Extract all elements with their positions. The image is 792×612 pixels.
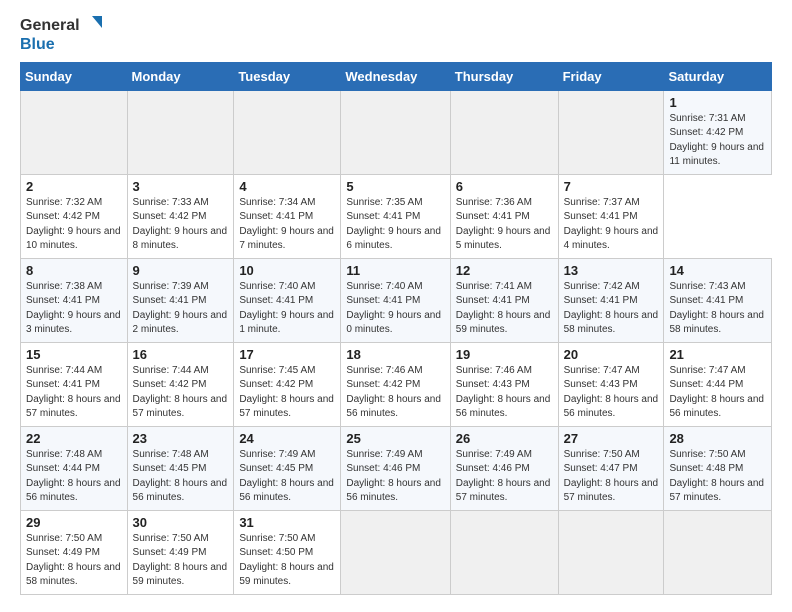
- calendar-cell: 24Sunrise: 7:49 AM Sunset: 4:45 PM Dayli…: [234, 426, 341, 510]
- logo-general-text: General: [20, 17, 80, 35]
- calendar-cell: 17Sunrise: 7:45 AM Sunset: 4:42 PM Dayli…: [234, 342, 341, 426]
- calendar-cell: [234, 90, 341, 174]
- header: General Blue: [20, 16, 772, 54]
- calendar-header-monday: Monday: [127, 62, 234, 90]
- logo: General Blue: [20, 16, 102, 54]
- calendar-cell: 2Sunrise: 7:32 AM Sunset: 4:42 PM Daylig…: [21, 174, 128, 258]
- calendar-header-tuesday: Tuesday: [234, 62, 341, 90]
- calendar-cell: 30Sunrise: 7:50 AM Sunset: 4:49 PM Dayli…: [127, 510, 234, 594]
- calendar-header-row: SundayMondayTuesdayWednesdayThursdayFrid…: [21, 62, 772, 90]
- calendar-cell: 28Sunrise: 7:50 AM Sunset: 4:48 PM Dayli…: [664, 426, 772, 510]
- calendar-cell: 11Sunrise: 7:40 AM Sunset: 4:41 PM Dayli…: [341, 258, 450, 342]
- logo-triangle-icon: [82, 16, 102, 36]
- calendar-cell: [21, 90, 128, 174]
- calendar-cell: 1Sunrise: 7:31 AM Sunset: 4:42 PM Daylig…: [664, 90, 772, 174]
- calendar-cell: 4Sunrise: 7:34 AM Sunset: 4:41 PM Daylig…: [234, 174, 341, 258]
- calendar-cell: 16Sunrise: 7:44 AM Sunset: 4:42 PM Dayli…: [127, 342, 234, 426]
- calendar-header-friday: Friday: [558, 62, 664, 90]
- calendar-cell: 6Sunrise: 7:36 AM Sunset: 4:41 PM Daylig…: [450, 174, 558, 258]
- calendar-cell: 18Sunrise: 7:46 AM Sunset: 4:42 PM Dayli…: [341, 342, 450, 426]
- calendar-cell: 5Sunrise: 7:35 AM Sunset: 4:41 PM Daylig…: [341, 174, 450, 258]
- calendar-cell: [341, 510, 450, 594]
- calendar-cell: 10Sunrise: 7:40 AM Sunset: 4:41 PM Dayli…: [234, 258, 341, 342]
- calendar-cell: 12Sunrise: 7:41 AM Sunset: 4:41 PM Dayli…: [450, 258, 558, 342]
- calendar-week-3: 8Sunrise: 7:38 AM Sunset: 4:41 PM Daylig…: [21, 258, 772, 342]
- calendar-cell: 22Sunrise: 7:48 AM Sunset: 4:44 PM Dayli…: [21, 426, 128, 510]
- calendar-cell: 23Sunrise: 7:48 AM Sunset: 4:45 PM Dayli…: [127, 426, 234, 510]
- calendar-cell: 20Sunrise: 7:47 AM Sunset: 4:43 PM Dayli…: [558, 342, 664, 426]
- calendar-week-1: 1Sunrise: 7:31 AM Sunset: 4:42 PM Daylig…: [21, 90, 772, 174]
- calendar-header-saturday: Saturday: [664, 62, 772, 90]
- calendar-cell: 31Sunrise: 7:50 AM Sunset: 4:50 PM Dayli…: [234, 510, 341, 594]
- calendar-header-wednesday: Wednesday: [341, 62, 450, 90]
- calendar-cell: [341, 90, 450, 174]
- calendar-cell: [664, 510, 772, 594]
- calendar-cell: 15Sunrise: 7:44 AM Sunset: 4:41 PM Dayli…: [21, 342, 128, 426]
- calendar-cell: 9Sunrise: 7:39 AM Sunset: 4:41 PM Daylig…: [127, 258, 234, 342]
- calendar-cell: 26Sunrise: 7:49 AM Sunset: 4:46 PM Dayli…: [450, 426, 558, 510]
- calendar-cell: 25Sunrise: 7:49 AM Sunset: 4:46 PM Dayli…: [341, 426, 450, 510]
- calendar-cell: 14Sunrise: 7:43 AM Sunset: 4:41 PM Dayli…: [664, 258, 772, 342]
- logo-blue-text: Blue: [20, 36, 102, 54]
- calendar-cell: [127, 90, 234, 174]
- calendar-week-6: 29Sunrise: 7:50 AM Sunset: 4:49 PM Dayli…: [21, 510, 772, 594]
- calendar-header-sunday: Sunday: [21, 62, 128, 90]
- calendar-cell: 21Sunrise: 7:47 AM Sunset: 4:44 PM Dayli…: [664, 342, 772, 426]
- calendar-week-2: 2Sunrise: 7:32 AM Sunset: 4:42 PM Daylig…: [21, 174, 772, 258]
- calendar-cell: 7Sunrise: 7:37 AM Sunset: 4:41 PM Daylig…: [558, 174, 664, 258]
- calendar-table: SundayMondayTuesdayWednesdayThursdayFrid…: [20, 62, 772, 595]
- calendar-header-thursday: Thursday: [450, 62, 558, 90]
- calendar-cell: 19Sunrise: 7:46 AM Sunset: 4:43 PM Dayli…: [450, 342, 558, 426]
- calendar-cell: [450, 90, 558, 174]
- calendar-cell: 3Sunrise: 7:33 AM Sunset: 4:42 PM Daylig…: [127, 174, 234, 258]
- calendar-cell: 29Sunrise: 7:50 AM Sunset: 4:49 PM Dayli…: [21, 510, 128, 594]
- page-container: General Blue SundayMondayTuesdayWednesda…: [0, 0, 792, 605]
- calendar-cell: [558, 90, 664, 174]
- calendar-cell: [558, 510, 664, 594]
- calendar-cell: [450, 510, 558, 594]
- calendar-cell: 13Sunrise: 7:42 AM Sunset: 4:41 PM Dayli…: [558, 258, 664, 342]
- calendar-week-4: 15Sunrise: 7:44 AM Sunset: 4:41 PM Dayli…: [21, 342, 772, 426]
- calendar-week-5: 22Sunrise: 7:48 AM Sunset: 4:44 PM Dayli…: [21, 426, 772, 510]
- calendar-cell: 8Sunrise: 7:38 AM Sunset: 4:41 PM Daylig…: [21, 258, 128, 342]
- calendar-cell: 27Sunrise: 7:50 AM Sunset: 4:47 PM Dayli…: [558, 426, 664, 510]
